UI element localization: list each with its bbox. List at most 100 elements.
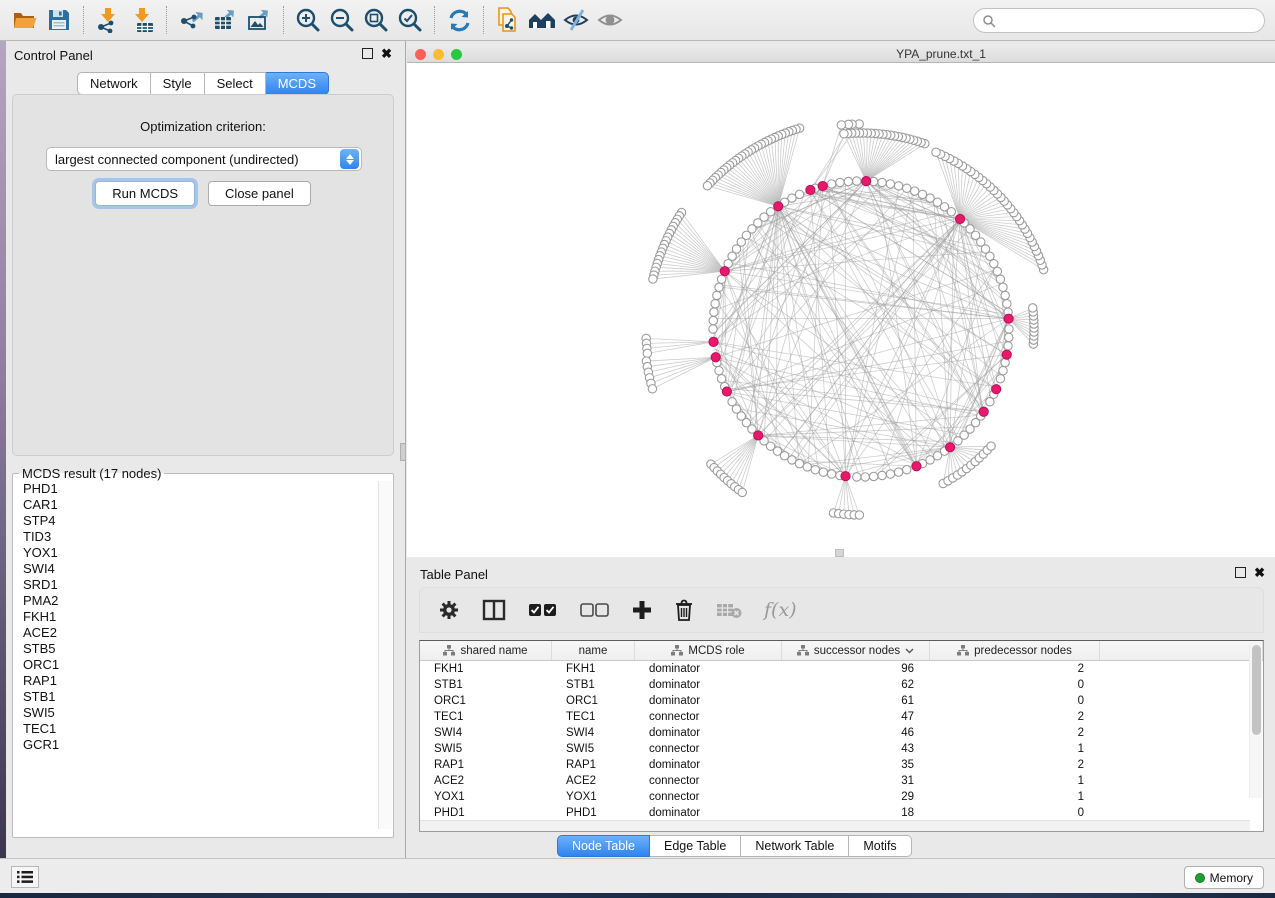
list-item[interactable]: PHD1 (14, 481, 374, 497)
table-cell: 2 (930, 725, 1100, 741)
zoom-out-button[interactable] (325, 4, 359, 36)
close-panel-button[interactable]: Close panel (208, 181, 311, 206)
column-header-predecessor-nodes[interactable]: predecessor nodes (930, 641, 1100, 660)
close-panel-icon[interactable]: ✖ (1254, 567, 1265, 578)
show-graphics-details-button[interactable] (525, 4, 559, 36)
show-selected-button[interactable] (593, 4, 627, 36)
float-panel-icon[interactable] (362, 48, 373, 59)
table-cell: 0 (930, 805, 1100, 819)
search-field[interactable] (973, 8, 1265, 33)
list-item[interactable]: STP4 (14, 513, 374, 529)
network-window-titlebar[interactable]: YPA_prune.txt_1 (407, 44, 1275, 63)
network-canvas[interactable] (407, 63, 1275, 557)
list-item[interactable]: ORC1 (14, 657, 374, 673)
zoom-selected-button[interactable] (393, 4, 427, 36)
zoom-in-icon (295, 7, 321, 33)
table-horizontal-scrollbar[interactable] (420, 820, 1250, 831)
table-row[interactable]: TEC1TEC1connector472 (420, 709, 1263, 725)
list-item[interactable]: RAP1 (14, 673, 374, 689)
task-history-button[interactable] (11, 866, 39, 888)
tab-node-table[interactable]: Node Table (557, 835, 650, 857)
table-row[interactable]: ORC1ORC1dominator610 (420, 693, 1263, 709)
tab-select[interactable]: Select (205, 72, 266, 95)
memory-button[interactable]: Memory (1184, 866, 1264, 889)
list-item[interactable]: FKH1 (14, 609, 374, 625)
add-column-button[interactable] (632, 600, 652, 620)
delete-column-button[interactable] (674, 599, 694, 621)
tab-style[interactable]: Style (151, 72, 205, 95)
node-table: shared namenameMCDS rolesuccessor nodesp… (419, 640, 1264, 832)
list-item[interactable]: SWI4 (14, 561, 374, 577)
maximize-window-icon[interactable] (451, 49, 462, 60)
export-network-button[interactable] (174, 4, 208, 36)
mcds-list-scrollbar[interactable] (378, 481, 392, 829)
list-item[interactable]: TEC1 (14, 721, 374, 737)
column-header-name[interactable]: name (552, 641, 635, 660)
zoom-in-button[interactable] (291, 4, 325, 36)
table-cell: dominator (635, 677, 782, 693)
open-button[interactable] (8, 4, 42, 36)
search-icon (982, 14, 996, 28)
table-cell: RAP1 (552, 757, 635, 773)
import-table-button[interactable] (125, 4, 159, 36)
table-row[interactable]: SWI4SWI4dominator462 (420, 725, 1263, 741)
run-mcds-button[interactable]: Run MCDS (95, 181, 195, 206)
table-row[interactable]: PHD1PHD1dominator180 (420, 805, 1263, 819)
close-window-icon[interactable] (415, 49, 426, 60)
export-table-button[interactable] (208, 4, 242, 36)
network-graph[interactable] (407, 63, 1275, 557)
table-row[interactable]: SWI5SWI5connector431 (420, 741, 1263, 757)
float-panel-icon[interactable] (1235, 567, 1246, 578)
optimization-criterion-dropdown[interactable]: largest connected component (undirected) (46, 147, 362, 171)
hide-selected-button[interactable] (559, 4, 593, 36)
table-row[interactable]: RAP1RAP1dominator352 (420, 757, 1263, 773)
table-cell: PHD1 (420, 805, 552, 819)
trash-icon (674, 599, 694, 621)
list-item[interactable]: GCR1 (14, 737, 374, 753)
split-panel-button[interactable] (482, 599, 506, 621)
mcds-result-list[interactable]: PHD1CAR1STP4TID3YOX1SWI4SRD1PMA2FKH1ACE2… (14, 481, 374, 829)
list-item[interactable]: ACE2 (14, 625, 374, 641)
list-item[interactable]: PMA2 (14, 593, 374, 609)
column-header-successor-nodes[interactable]: successor nodes (782, 641, 930, 660)
select-all-button[interactable] (528, 602, 558, 618)
list-item[interactable]: SWI5 (14, 705, 374, 721)
refresh-button[interactable] (442, 4, 476, 36)
table-row[interactable]: YOX1YOX1connector291 (420, 789, 1263, 805)
deselect-all-button[interactable] (580, 602, 610, 618)
column-header-MCDS-role[interactable]: MCDS role (635, 641, 782, 660)
list-item[interactable]: CAR1 (14, 497, 374, 513)
export-network-icon (178, 7, 204, 33)
save-button[interactable] (42, 4, 76, 36)
table-vertical-scrollbar[interactable] (1249, 645, 1262, 798)
column-header-shared-name[interactable]: shared name (420, 641, 552, 660)
close-panel-icon[interactable]: ✖ (381, 48, 392, 59)
table-cell: STB1 (420, 677, 552, 693)
zoom-fit-button[interactable] (359, 4, 393, 36)
new-network-from-selection-button[interactable] (491, 4, 525, 36)
export-image-button[interactable] (242, 4, 276, 36)
table-header-row[interactable]: shared namenameMCDS rolesuccessor nodesp… (420, 641, 1263, 661)
minimize-window-icon[interactable] (433, 49, 444, 60)
tab-mcds[interactable]: MCDS (266, 72, 329, 95)
table-row[interactable]: STB1STB1dominator620 (420, 677, 1263, 693)
list-item[interactable]: SRD1 (14, 577, 374, 593)
list-item[interactable]: STB5 (14, 641, 374, 657)
tab-motifs[interactable]: Motifs (849, 835, 911, 857)
list-item[interactable]: TID3 (14, 529, 374, 545)
import-network-button[interactable] (91, 4, 125, 36)
save-icon (47, 8, 71, 32)
list-item[interactable]: YOX1 (14, 545, 374, 561)
tab-network-table[interactable]: Network Table (741, 835, 849, 857)
tab-network[interactable]: Network (77, 72, 151, 95)
panel-splitter-vertical[interactable] (400, 41, 406, 858)
table-row[interactable]: FKH1FKH1dominator962 (420, 661, 1263, 677)
search-input[interactable] (996, 11, 1264, 31)
network-resize-handle[interactable] (835, 549, 844, 557)
table-row[interactable]: ACE2ACE2connector311 (420, 773, 1263, 789)
splitter-handle[interactable] (400, 443, 406, 461)
list-item[interactable]: STB1 (14, 689, 374, 705)
tab-edge-table[interactable]: Edge Table (650, 835, 741, 857)
table-settings-button[interactable] (438, 599, 460, 621)
scrollbar-thumb[interactable] (1252, 645, 1261, 735)
